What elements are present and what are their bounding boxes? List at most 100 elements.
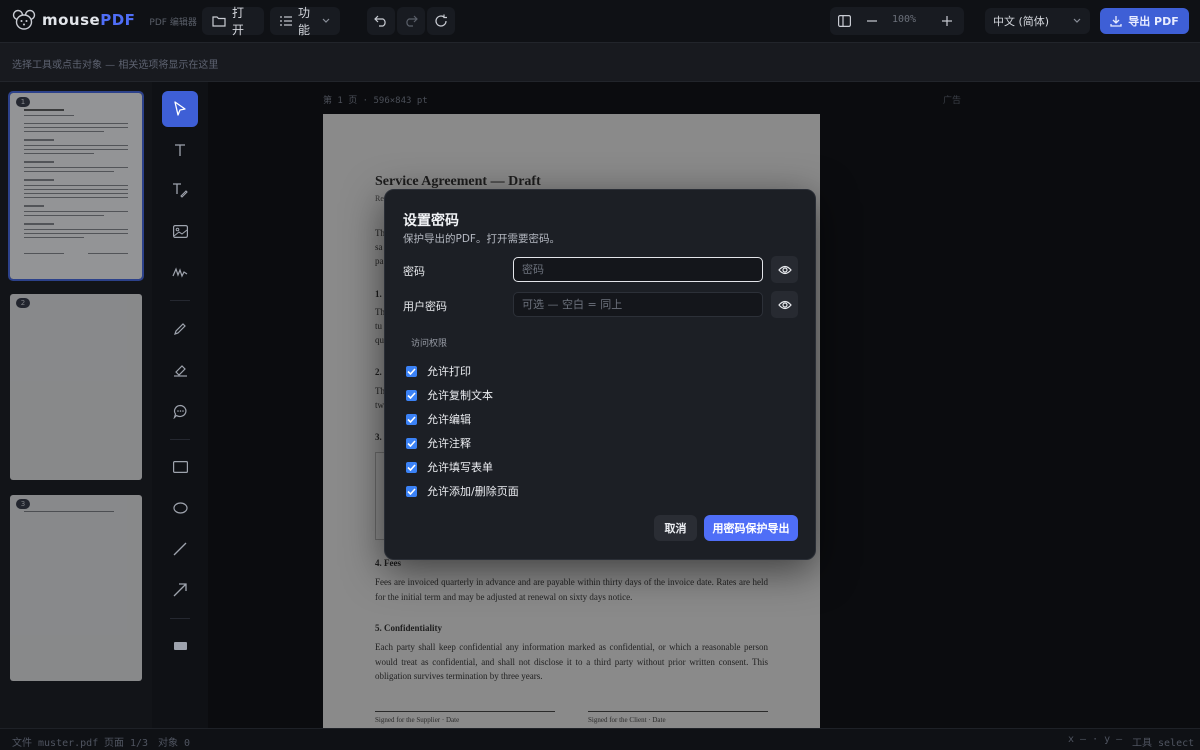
permission-pages-checkbox[interactable]: 允许添加/删除页面 (406, 483, 519, 499)
language-select[interactable]: 中文 (简体) (985, 8, 1090, 34)
status-coordinates: x — · y — (1068, 734, 1123, 745)
download-icon (1110, 15, 1122, 27)
thumbnail-number: 2 (16, 298, 30, 308)
page-info: 第 1 页 · 596×843 pt (323, 96, 428, 106)
permission-label: 允许注释 (427, 437, 471, 450)
checkbox-checked-icon[interactable] (406, 389, 417, 401)
page-thumbnail-3[interactable]: 3 (10, 495, 142, 681)
app-subtitle: PDF 编辑器 (149, 17, 197, 28)
redact-tool-button[interactable] (162, 628, 198, 664)
ellipse-icon (172, 502, 188, 514)
select-tool-button[interactable] (162, 91, 198, 127)
text-fragment: pa (375, 256, 384, 266)
chevron-down-icon (322, 18, 330, 24)
permission-edit-checkbox[interactable]: 允许编辑 (406, 411, 471, 427)
image-icon (172, 224, 188, 238)
zoom-in-button[interactable] (933, 7, 961, 35)
permission-fill-forms-checkbox[interactable]: 允许填写表单 (406, 459, 493, 475)
language-value: 中文 (简体) (993, 15, 1050, 28)
rectangle-tool-button[interactable] (162, 449, 198, 485)
section-heading-fragment: 1. (375, 289, 382, 299)
export-label: 导出 PDF (1128, 15, 1179, 28)
features-label: 功能 (298, 6, 311, 37)
toggle-panel-button[interactable] (830, 7, 858, 35)
user-password-input[interactable] (513, 292, 763, 317)
undo-button[interactable] (367, 7, 395, 35)
text-fragment: qu (375, 335, 384, 345)
cancel-button[interactable]: 取消 (654, 515, 697, 541)
text-tool-button[interactable] (162, 132, 198, 168)
signature-label-client: Signed for the Client · Date (588, 716, 666, 724)
checkbox-checked-icon[interactable] (406, 437, 417, 449)
checkbox-checked-icon[interactable] (406, 413, 417, 425)
refresh-button[interactable] (427, 7, 455, 35)
line-tool-button[interactable] (162, 531, 198, 567)
minus-icon (867, 16, 877, 26)
highlighter-tool-button[interactable] (162, 352, 198, 388)
rectangle-icon (172, 461, 188, 473)
user-password-label: 用户密码 (403, 300, 447, 313)
app-name: mousePDF (42, 11, 136, 29)
page-thumbnail-2[interactable]: 2 (10, 294, 142, 480)
section-heading-fragment: 3. (375, 432, 382, 442)
edit-text-tool-button[interactable] (162, 172, 198, 208)
tools-sidebar (152, 82, 208, 728)
protect-export-button[interactable]: 用密码保护导出 (704, 515, 798, 541)
arrow-icon (173, 583, 187, 597)
permission-label: 允许复制文本 (427, 389, 493, 402)
zoom-controls: 100% (830, 7, 964, 35)
ad-label: 广告 (943, 96, 962, 106)
chevron-down-icon (1073, 18, 1081, 24)
redo-icon (404, 15, 418, 27)
section-text-fees: Fees are invoiced quarterly in advance a… (375, 577, 768, 602)
section-heading-confidentiality: 5. Confidentiality (375, 623, 443, 633)
tool-divider (170, 300, 190, 301)
checkbox-checked-icon[interactable] (406, 485, 417, 497)
status-file: 文件 muster.pdf (12, 738, 99, 749)
toggle-user-password-visibility-button[interactable] (771, 291, 798, 318)
signature-line-client (588, 711, 768, 712)
image-tool-button[interactable] (162, 213, 198, 249)
redo-button[interactable] (397, 7, 425, 35)
text-fragment: sa (375, 242, 383, 252)
list-icon (280, 16, 292, 26)
signature-tool-button[interactable] (162, 254, 198, 290)
page-thumbnail-1[interactable]: 1 (8, 91, 144, 281)
password-input[interactable] (513, 257, 763, 282)
text-edit-icon (172, 182, 188, 198)
document-subtitle-fragment: Re (375, 194, 384, 203)
dialog-subtitle: 保护导出的PDF。打开需要密码。 (403, 233, 560, 245)
checkbox-checked-icon[interactable] (406, 461, 417, 473)
permission-annotate-checkbox[interactable]: 允许注释 (406, 435, 471, 451)
tool-divider (170, 439, 190, 440)
toggle-password-visibility-button[interactable] (771, 256, 798, 283)
pencil-icon (173, 322, 187, 336)
permission-copy-checkbox[interactable]: 允许复制文本 (406, 387, 493, 403)
status-bar: 文件 muster.pdf 页面 1/3 对象 0 x — · y — 工具 s… (0, 728, 1200, 750)
top-toolbar: mousePDF PDF 编辑器 打开 功能 100% 中文 (简体) 导出 P… (0, 0, 1200, 42)
permissions-heading: 访问权限 (411, 339, 448, 349)
eye-icon (777, 265, 792, 275)
ellipse-tool-button[interactable] (162, 490, 198, 526)
zoom-out-button[interactable] (858, 7, 886, 35)
permission-label: 允许添加/删除页面 (427, 485, 519, 498)
status-objects: 对象 0 (158, 738, 191, 749)
folder-icon (212, 15, 226, 27)
options-hint: 选择工具或点击对象 — 相关选项将显示在这里 (12, 60, 219, 71)
comment-tool-button[interactable] (162, 393, 198, 429)
export-pdf-button[interactable]: 导出 PDF (1100, 8, 1189, 34)
permission-label: 允许打印 (427, 365, 471, 378)
open-button[interactable]: 打开 (202, 6, 264, 37)
text-icon (173, 143, 187, 157)
text-fragment: tu (375, 321, 383, 331)
features-menu-button[interactable]: 功能 (270, 6, 340, 37)
signature-line-supplier (375, 711, 555, 712)
arrow-tool-button[interactable] (162, 572, 198, 608)
pen-tool-button[interactable] (162, 311, 198, 347)
section-text-confidentiality: Each party shall keep confidential any i… (375, 642, 768, 681)
permission-print-checkbox[interactable]: 允许打印 (406, 363, 471, 379)
app-logo: mousePDF PDF 编辑器 (12, 9, 197, 31)
page-thumbnails-panel: 1 2 3 (0, 82, 152, 728)
checkbox-checked-icon[interactable] (406, 365, 417, 377)
thumbnail-number: 3 (16, 499, 30, 509)
